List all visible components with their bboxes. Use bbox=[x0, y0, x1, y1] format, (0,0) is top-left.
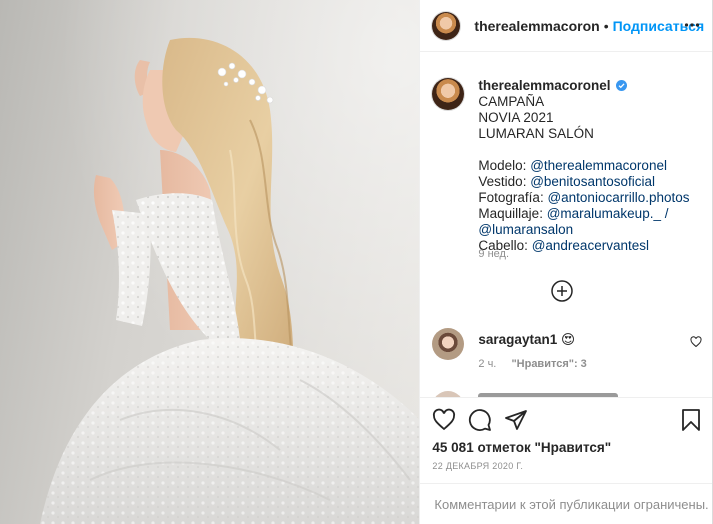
post-date[interactable]: 22 декабря 2020 г. bbox=[432, 461, 523, 471]
credit-line: Modelo: @therealemmacoronel bbox=[478, 158, 698, 174]
next-comment-partial bbox=[432, 389, 692, 397]
post-photo[interactable] bbox=[0, 0, 420, 524]
comment-meta: 2 ч. "Нравится": 3 bbox=[478, 358, 598, 370]
caption-title-2: NOVIA 2021 bbox=[478, 110, 554, 125]
likes-count[interactable]: 45 081 отметок "Нравится" bbox=[432, 440, 611, 455]
post-actions bbox=[420, 397, 712, 437]
comment-text: saragaytan1 😍 bbox=[478, 332, 575, 348]
credit-line: Vestido: @benitosantosoficial bbox=[478, 174, 698, 190]
author-username[interactable]: therealemmacoron bbox=[474, 18, 599, 34]
credit-handle[interactable]: @andreacervantesl bbox=[532, 238, 649, 253]
credit-handle[interactable]: @therealemmacoronel bbox=[530, 158, 667, 173]
comment-body: 😍 bbox=[560, 332, 576, 347]
comment-time[interactable]: 2 ч. bbox=[478, 358, 496, 370]
comment-likes[interactable]: "Нравится": 3 bbox=[511, 358, 586, 370]
comment-bubble-icon[interactable] bbox=[468, 408, 492, 432]
comments-limited-notice: Комментарии к этой публикации ограничены… bbox=[420, 483, 712, 524]
post-side-panel: therealemmacoron • Подписаться therealem… bbox=[419, 0, 712, 524]
caption-title-3: LUMARAN SALÓN bbox=[478, 126, 594, 141]
credit-handle[interactable]: @antoniocarrillo.photos bbox=[547, 190, 689, 205]
caption-title-1: CAMPAÑA bbox=[478, 94, 545, 109]
credit-line: Maquillaje: @maralumakeup._ / bbox=[478, 206, 698, 222]
header-separator: • bbox=[603, 17, 609, 34]
author-avatar[interactable] bbox=[432, 11, 461, 40]
caption-first-line: therealemmacoronel CAMPAÑA bbox=[478, 78, 698, 110]
post-dialog: therealemmacoron • Подписаться therealem… bbox=[0, 0, 713, 524]
credit-label: Vestido: bbox=[478, 174, 531, 189]
credit-handle[interactable]: @maralumakeup._ / bbox=[547, 206, 669, 221]
comments-limited-text: Комментарии к этой публикации ограничены… bbox=[434, 496, 709, 512]
caption-body: therealemmacoronel CAMPAÑA NOVIA 2021 LU… bbox=[478, 78, 698, 254]
caption-username[interactable]: therealemmacoronel bbox=[478, 78, 610, 93]
verified-badge-icon bbox=[616, 80, 628, 91]
comments-area: therealemmacoronel CAMPAÑA NOVIA 2021 LU… bbox=[420, 52, 712, 397]
commenter-username[interactable]: saragaytan1 bbox=[478, 332, 557, 347]
more-horizontal-icon[interactable] bbox=[684, 17, 700, 33]
heart-outline-icon[interactable] bbox=[690, 336, 702, 348]
commenter-avatar[interactable] bbox=[432, 328, 465, 360]
credit-handle[interactable]: @benitosantosoficial bbox=[530, 174, 655, 189]
credit-line: @lumaransalon bbox=[478, 222, 698, 238]
credit-label: Maquillaje: bbox=[478, 206, 547, 221]
caption-timestamp[interactable]: 9 нед. bbox=[478, 248, 509, 260]
credit-line: Fotografía: @antoniocarrillo.photos bbox=[478, 190, 698, 206]
heart-outline-icon[interactable] bbox=[432, 408, 456, 432]
credit-handle[interactable]: @lumaransalon bbox=[478, 222, 573, 237]
comment-item: saragaytan1 😍 2 ч. "Нравится": 3 bbox=[432, 328, 702, 378]
bride-illustration bbox=[40, 37, 420, 524]
plus-circle-icon[interactable] bbox=[550, 279, 574, 303]
post-header: therealemmacoron • Подписаться bbox=[420, 0, 712, 52]
caption-author-avatar[interactable] bbox=[432, 78, 465, 110]
paper-plane-icon[interactable] bbox=[504, 408, 528, 432]
credit-line: Cabello: @andreacervantesl bbox=[478, 238, 698, 254]
credit-label: Fotografía: bbox=[478, 190, 548, 205]
bookmark-icon[interactable] bbox=[679, 408, 703, 432]
credit-label: Modelo: bbox=[478, 158, 531, 173]
